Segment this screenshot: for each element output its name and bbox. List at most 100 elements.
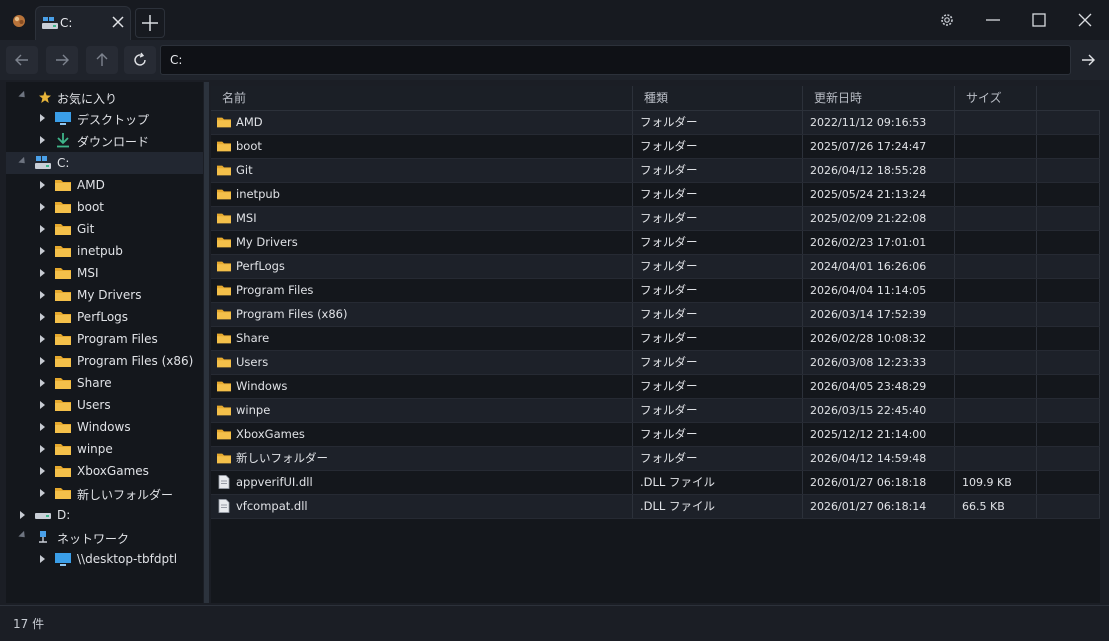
tab-label: C: xyxy=(60,16,73,30)
cell-date: 2026/04/05 23:48:29 xyxy=(803,375,955,398)
cell-name: XboxGames xyxy=(211,423,633,446)
cell-date: 2026/01/27 06:18:18 xyxy=(803,471,955,494)
expand-icon[interactable] xyxy=(40,247,45,255)
tree-item-favorites[interactable]: お気に入り xyxy=(6,86,203,108)
table-row[interactable]: Program Files (x86) フォルダー 2026/03/14 17:52… xyxy=(211,303,1100,327)
tree-item-folder[interactable]: winpe xyxy=(6,438,203,460)
expand-icon[interactable] xyxy=(40,203,45,211)
table-row[interactable]: PerfLogs フォルダー 2024/04/01 16:26:06 xyxy=(211,255,1100,279)
cell-date: 2026/02/23 17:01:01 xyxy=(803,231,955,254)
tree-item-folder[interactable]: PerfLogs xyxy=(6,306,203,328)
tree-item-folder[interactable]: Git xyxy=(6,218,203,240)
tree-item-network[interactable]: ネットワーク xyxy=(6,526,203,548)
expand-icon[interactable] xyxy=(40,423,45,431)
expand-icon[interactable] xyxy=(40,291,45,299)
expand-icon[interactable] xyxy=(40,114,45,122)
minimize-button[interactable] xyxy=(970,0,1016,40)
file-name: XboxGames xyxy=(236,427,305,441)
expand-icon[interactable] xyxy=(40,555,45,563)
expand-icon[interactable] xyxy=(40,357,45,365)
address-bar[interactable]: C: xyxy=(160,45,1071,75)
table-row[interactable]: boot フォルダー 2025/07/26 17:24:47 xyxy=(211,135,1100,159)
expand-icon[interactable] xyxy=(40,225,45,233)
tree-item-folder[interactable]: Users xyxy=(6,394,203,416)
tree-item-folder[interactable]: boot xyxy=(6,196,203,218)
forward-button[interactable] xyxy=(46,46,78,74)
tree-item-c-drive[interactable]: C: xyxy=(6,152,203,174)
table-row[interactable]: vfcompat.dll .DLL ファイル 2026/01/27 06:18:14… xyxy=(211,495,1100,519)
expand-icon[interactable] xyxy=(40,136,45,144)
tree-item-folder[interactable]: MSI xyxy=(6,262,203,284)
new-tab-button[interactable] xyxy=(135,8,165,38)
table-row[interactable]: 新しいフォルダー フォルダー 2026/04/12 14:59:48 xyxy=(211,447,1100,471)
refresh-button[interactable] xyxy=(124,46,156,74)
table-row[interactable]: Windows フォルダー 2026/04/05 23:48:29 xyxy=(211,375,1100,399)
tree-item-folder[interactable]: Share xyxy=(6,372,203,394)
expand-icon[interactable] xyxy=(20,511,25,519)
table-row[interactable]: AMD フォルダー 2022/11/12 09:16:53 xyxy=(211,111,1100,135)
table-row[interactable]: Program Files フォルダー 2026/04/04 11:14:05 xyxy=(211,279,1100,303)
tree-item-folder[interactable]: Program Files xyxy=(6,328,203,350)
column-date[interactable]: 更新日時 xyxy=(803,86,955,110)
pane-splitter[interactable] xyxy=(204,82,209,603)
tree-label: PerfLogs xyxy=(77,310,129,324)
expand-icon[interactable] xyxy=(40,445,45,453)
tree-item-folder[interactable]: inetpub xyxy=(6,240,203,262)
back-button[interactable] xyxy=(6,46,38,74)
collapse-icon[interactable] xyxy=(18,530,28,541)
column-size[interactable]: サイズ xyxy=(955,86,1037,110)
expand-icon[interactable] xyxy=(40,379,45,387)
cell-date: 2025/02/09 21:22:08 xyxy=(803,207,955,230)
table-row[interactable]: XboxGames フォルダー 2025/12/12 21:14:00 xyxy=(211,423,1100,447)
expand-icon[interactable] xyxy=(40,335,45,343)
table-row[interactable]: Share フォルダー 2026/02/28 10:08:32 xyxy=(211,327,1100,351)
table-row[interactable]: My Drivers フォルダー 2026/02/23 17:01:01 xyxy=(211,231,1100,255)
cell-date: 2024/04/01 16:26:06 xyxy=(803,255,955,278)
tree-item-folder[interactable]: Windows xyxy=(6,416,203,438)
tree-label: \\desktop-tbfdptl xyxy=(77,552,178,566)
tree-item-downloads[interactable]: ダウンロード xyxy=(6,129,203,151)
tree-label: Windows xyxy=(77,420,131,434)
tree-item-network-host[interactable]: \\desktop-tbfdptl xyxy=(6,548,203,570)
cell-empty xyxy=(1037,159,1100,182)
table-row[interactable]: winpe フォルダー 2026/03/15 22:45:40 xyxy=(211,399,1100,423)
tree-item-folder[interactable]: My Drivers xyxy=(6,284,203,306)
table-row[interactable]: Git フォルダー 2026/04/12 18:55:28 xyxy=(211,159,1100,183)
settings-button[interactable] xyxy=(924,0,970,40)
tree-item-folder[interactable]: XboxGames xyxy=(6,460,203,482)
table-row[interactable]: MSI フォルダー 2025/02/09 21:22:08 xyxy=(211,207,1100,231)
expand-icon[interactable] xyxy=(40,181,45,189)
table-row[interactable]: Users フォルダー 2026/03/08 12:23:33 xyxy=(211,351,1100,375)
column-name[interactable]: 名前 xyxy=(211,86,633,110)
tree-item-folder[interactable]: 新しいフォルダー xyxy=(6,482,203,504)
table-row[interactable]: appverifUI.dll .DLL ファイル 2026/01/27 06:18:… xyxy=(211,471,1100,495)
cell-date: 2026/01/27 06:18:14 xyxy=(803,495,955,518)
folder-icon xyxy=(55,334,71,345)
collapse-icon[interactable] xyxy=(18,90,28,101)
collapse-icon[interactable] xyxy=(18,156,28,167)
close-button[interactable] xyxy=(1062,0,1108,40)
expand-icon[interactable] xyxy=(40,401,45,409)
tree-item-desktop[interactable]: デスクトップ xyxy=(6,107,203,129)
tree-item-folder[interactable]: AMD xyxy=(6,174,203,196)
cell-size xyxy=(955,183,1037,206)
tab-close-icon[interactable] xyxy=(109,13,127,31)
up-button[interactable] xyxy=(86,46,118,74)
expand-icon[interactable] xyxy=(40,269,45,277)
tree-item-d-drive[interactable]: D: xyxy=(6,504,203,526)
table-row[interactable]: inetpub フォルダー 2025/05/24 21:13:24 xyxy=(211,183,1100,207)
tab-c-drive[interactable]: C: xyxy=(35,6,131,40)
cell-name: Windows xyxy=(211,375,633,398)
cell-empty xyxy=(1037,423,1100,446)
cell-type: フォルダー xyxy=(633,303,803,326)
tree-label: AMD xyxy=(77,178,105,192)
maximize-button[interactable] xyxy=(1016,0,1062,40)
expand-icon[interactable] xyxy=(40,313,45,321)
expand-icon[interactable] xyxy=(40,467,45,475)
tree-item-folder[interactable]: Program Files (x86) xyxy=(6,350,203,372)
expand-icon[interactable] xyxy=(40,489,45,497)
tree-label: お気に入り xyxy=(57,92,118,106)
column-type[interactable]: 種類 xyxy=(633,86,803,110)
go-button[interactable] xyxy=(1073,46,1103,74)
cell-type: フォルダー xyxy=(633,327,803,350)
